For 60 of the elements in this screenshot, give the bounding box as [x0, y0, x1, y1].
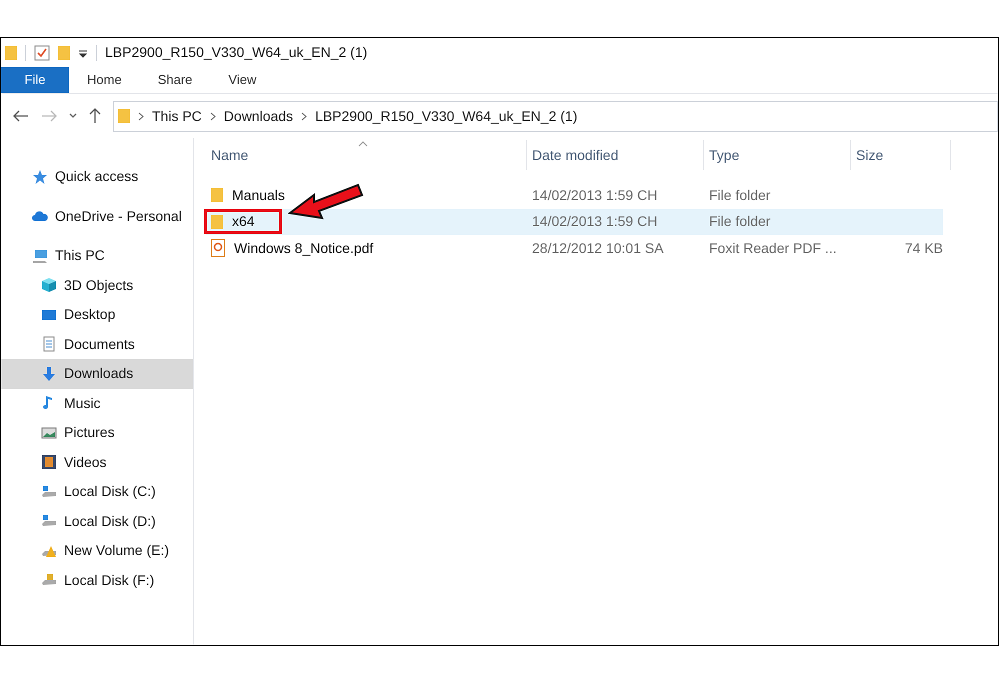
modified-date: 28/12/2012 10:01 SA: [532, 240, 664, 256]
sidebar-item[interactable]: Downloads: [1, 359, 193, 388]
breadcrumb-item[interactable]: LBP2900_R150_V330_W64_uk_EN_2 (1): [315, 106, 578, 126]
computer-icon: [31, 248, 49, 264]
chevron-right-icon[interactable]: [210, 112, 216, 120]
folder-icon: [211, 214, 223, 230]
column-header[interactable]: Name: [206, 140, 527, 170]
sidebar-item[interactable]: Local Disk (C:): [1, 477, 193, 506]
sidebar-item[interactable]: Documents: [1, 330, 193, 359]
up-arrow-icon[interactable]: [89, 108, 101, 124]
column-header[interactable]: Size: [851, 140, 951, 170]
sidebar-item[interactable]: Pictures: [1, 418, 193, 448]
ribbon-tab[interactable]: View: [210, 67, 274, 93]
column-header[interactable]: Date modified: [527, 140, 704, 170]
film-icon: [40, 454, 58, 470]
sidebar-item[interactable]: Local Disk (D:): [1, 506, 193, 536]
folder-icon: [118, 108, 130, 124]
ribbon-tab[interactable]: Share: [140, 67, 210, 93]
sidebar-item[interactable]: Music: [1, 388, 193, 418]
sidebar-item[interactable]: New Volume (E:): [1, 536, 193, 566]
chevron-right-icon[interactable]: [301, 112, 308, 120]
address-bar[interactable]: This PC Downloads LBP2900_R150_V330_W64_uk_EN_2 (1): [113, 100, 998, 132]
sidebar-item[interactable]: This PC: [1, 241, 193, 270]
checklist-icon[interactable]: [34, 44, 50, 60]
sidebar-item[interactable]: Videos: [1, 448, 193, 477]
chevron-right-icon[interactable]: [138, 112, 144, 120]
drive-icon: [40, 484, 58, 500]
modified-date: 14/02/2013 1:59 CH: [532, 186, 658, 203]
file-type: File folder: [709, 213, 770, 230]
file-type: Foxit Reader PDF ...: [709, 240, 837, 256]
file-name: Windows 8_Notice.pdf: [234, 238, 374, 258]
file-row[interactable]: x64 14/02/2013 1:59 CH File folder: [206, 208, 943, 235]
cube-icon: [40, 277, 58, 294]
star-icon: [31, 168, 49, 185]
file-name: Manuals: [232, 186, 285, 205]
back-arrow-icon[interactable]: [13, 110, 29, 122]
picture-icon: [40, 424, 58, 441]
sidebar-item[interactable]: Local Disk (F:): [1, 566, 193, 595]
download-arrow-icon: [40, 366, 58, 382]
pdf-file-icon: [211, 239, 225, 258]
sidebar-item[interactable]: 3D Objects: [1, 270, 193, 300]
sort-caret-icon: [358, 141, 368, 147]
breadcrumb-item[interactable]: Downloads: [224, 106, 294, 126]
folder-icon: [211, 187, 223, 204]
sidebar-item[interactable]: OneDrive - Personal: [1, 202, 193, 231]
sidebar-item[interactable]: Quick access: [1, 162, 193, 192]
file-row[interactable]: Windows 8_Notice.pdf 28/12/2012 10:01 SA Foxit Reader PDF ... 74 KB: [206, 235, 943, 262]
column-header[interactable]: Type: [704, 140, 851, 170]
window-title: LBP2900_R150_V330_W64_uk_EN_2 (1): [105, 43, 368, 62]
chevron-down-icon[interactable]: [69, 113, 77, 119]
modified-date: 14/02/2013 1:59 CH: [532, 213, 658, 230]
file-row[interactable]: Manuals 14/02/2013 1:59 CH File folder: [206, 182, 943, 208]
ribbon-tab[interactable]: File: [1, 67, 69, 93]
file-size: 74 KB: [904, 240, 943, 256]
sidebar-item[interactable]: Desktop: [1, 300, 193, 330]
ribbon-tab[interactable]: Home: [69, 67, 140, 93]
breadcrumb-item[interactable]: This PC: [152, 106, 202, 126]
dropdown-icon[interactable]: [78, 48, 88, 58]
file-name: x64: [232, 212, 255, 232]
file-type: File folder: [709, 186, 770, 203]
